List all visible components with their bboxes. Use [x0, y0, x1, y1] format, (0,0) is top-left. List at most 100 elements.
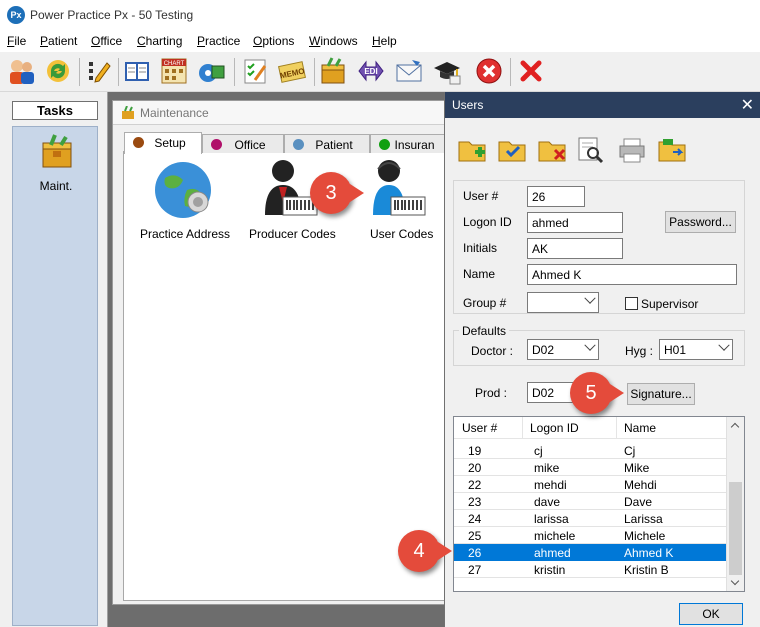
stop-icon[interactable] — [474, 56, 504, 86]
users-list-header: User # Logon ID Name — [454, 417, 726, 439]
tab-setup[interactable]: Setup — [124, 132, 202, 154]
name-input[interactable] — [527, 264, 737, 285]
maintenance-title: Maintenance — [140, 106, 209, 120]
col-header-user-num[interactable]: User # — [462, 421, 497, 435]
edit-notes-icon[interactable] — [84, 56, 114, 86]
tab-patient[interactable]: Patient — [284, 134, 370, 153]
menu-options[interactable]: Options — [253, 34, 294, 48]
callout-badge-5: 5 — [570, 372, 612, 414]
password-button[interactable]: Password... — [665, 211, 736, 233]
svg-text:EDI: EDI — [364, 67, 377, 76]
title-bar: Px Power Practice Px - 50 Testing — [0, 0, 760, 30]
task-item-maint[interactable]: Maint. — [13, 179, 99, 193]
search-document-icon[interactable] — [575, 136, 605, 164]
tab-insurance[interactable]: Insuran — [370, 134, 445, 153]
prod-label: Prod : — [475, 386, 508, 400]
refresh-icon[interactable] — [43, 56, 73, 86]
callout-badge-4: 4 — [398, 530, 440, 572]
name-label: Name — [463, 267, 496, 281]
supervisor-checkbox[interactable] — [625, 297, 638, 310]
users-title: Users — [452, 98, 484, 112]
col-header-name[interactable]: Name — [624, 421, 656, 435]
scroll-down-icon[interactable] — [730, 576, 740, 586]
menu-bar: File Patient Office Charting Practice Op… — [0, 30, 760, 52]
table-row[interactable]: 20 mike Mike — [454, 459, 726, 476]
patients-icon[interactable] — [6, 56, 36, 86]
logon-id-input[interactable] — [527, 212, 623, 233]
tasks-list: Maint. — [12, 126, 98, 626]
users-dialog: Users ✕ User # Logon ID Password... Init… — [444, 92, 760, 627]
ledger-book-icon[interactable] — [122, 56, 152, 86]
tasks-title: Tasks — [12, 101, 98, 120]
menu-patient[interactable]: Patient — [40, 34, 77, 48]
scroll-thumb[interactable] — [729, 482, 742, 575]
signature-button[interactable]: Signature... — [627, 383, 695, 405]
globe-icon[interactable] — [153, 160, 213, 222]
table-row-selected[interactable]: 26 ahmed Ahmed K — [454, 544, 726, 561]
group-num-select[interactable] — [527, 292, 599, 313]
table-row[interactable]: 19 cj Cj — [454, 442, 726, 459]
users-titlebar: Users ✕ — [445, 92, 760, 118]
user-codes-label[interactable]: User Codes — [370, 227, 433, 241]
menu-windows[interactable]: Windows — [309, 34, 358, 48]
chevron-down-icon — [584, 339, 596, 351]
initials-label: Initials — [463, 241, 498, 255]
callout-pointer — [350, 184, 364, 202]
table-row[interactable]: 25 michele Michele — [454, 527, 726, 544]
tab-office[interactable]: Office — [202, 134, 284, 153]
callout-badge-3: 3 — [310, 172, 352, 214]
table-row[interactable]: 24 larissa Larissa — [454, 510, 726, 527]
users-list[interactable]: User # Logon ID Name 19 cj Cj 20 mike Mike 2… — [453, 416, 745, 592]
chevron-down-icon — [718, 339, 730, 351]
maintenance-box-icon[interactable] — [318, 56, 348, 86]
export-folder-icon[interactable] — [657, 136, 687, 164]
hyg-select[interactable]: H01 — [659, 339, 733, 360]
user-codes-icon[interactable] — [369, 157, 429, 219]
imaging-icon[interactable] — [197, 56, 227, 86]
user-num-label: User # — [463, 189, 499, 203]
main-toolbar: CHART MEMO EDI — [0, 52, 760, 92]
menu-charting[interactable]: Charting — [137, 34, 182, 48]
add-folder-icon[interactable] — [457, 136, 487, 164]
maintenance-titlebar: Maintenance — [113, 101, 447, 125]
tasks-panel: Tasks Maint. — [0, 92, 108, 627]
maint-box-icon[interactable] — [39, 133, 75, 169]
group-num-label: Group # — [463, 296, 507, 310]
app-logo-icon: Px — [7, 6, 25, 24]
user-num-input[interactable] — [527, 186, 585, 207]
checklist-icon[interactable] — [239, 56, 269, 86]
users-list-scrollbar[interactable] — [726, 417, 744, 591]
close-icon[interactable]: ✕ — [741, 95, 754, 115]
maintenance-window-icon — [121, 105, 135, 123]
defaults-legend: Defaults — [459, 324, 510, 338]
doctor-select[interactable]: D02 — [527, 339, 599, 360]
hyg-label: Hyg : — [625, 344, 654, 358]
print-icon[interactable] — [617, 136, 647, 164]
table-row[interactable]: 27 kristin Kristin B — [454, 561, 726, 578]
producer-codes-label[interactable]: Producer Codes — [249, 227, 336, 241]
logon-id-label: Logon ID — [463, 215, 512, 229]
mail-icon[interactable] — [394, 56, 424, 86]
graduation-cap-icon[interactable] — [432, 56, 462, 86]
chart-icon[interactable]: CHART — [159, 56, 189, 86]
doctor-label: Doctor : — [471, 344, 514, 358]
menu-practice[interactable]: Practice — [197, 34, 240, 48]
close-all-icon[interactable] — [516, 56, 546, 86]
initials-input[interactable] — [527, 238, 623, 259]
menu-file[interactable]: File — [7, 34, 26, 48]
save-folder-icon[interactable] — [497, 136, 527, 164]
ok-button[interactable]: OK — [679, 603, 743, 625]
table-row[interactable]: 23 dave Dave — [454, 493, 726, 510]
delete-folder-icon[interactable] — [537, 136, 567, 164]
practice-address-label[interactable]: Practice Address — [140, 227, 230, 241]
table-row[interactable]: 22 mehdi Mehdi — [454, 476, 726, 493]
col-header-logon-id[interactable]: Logon ID — [530, 421, 579, 435]
supervisor-label: Supervisor — [641, 297, 699, 311]
menu-office[interactable]: Office — [91, 34, 122, 48]
edi-icon[interactable]: EDI — [356, 56, 386, 86]
scroll-up-icon[interactable] — [730, 422, 740, 432]
callout-pointer — [610, 384, 624, 402]
callout-pointer — [438, 542, 452, 560]
menu-help[interactable]: Help — [372, 34, 397, 48]
memo-icon[interactable]: MEMO — [277, 56, 307, 86]
